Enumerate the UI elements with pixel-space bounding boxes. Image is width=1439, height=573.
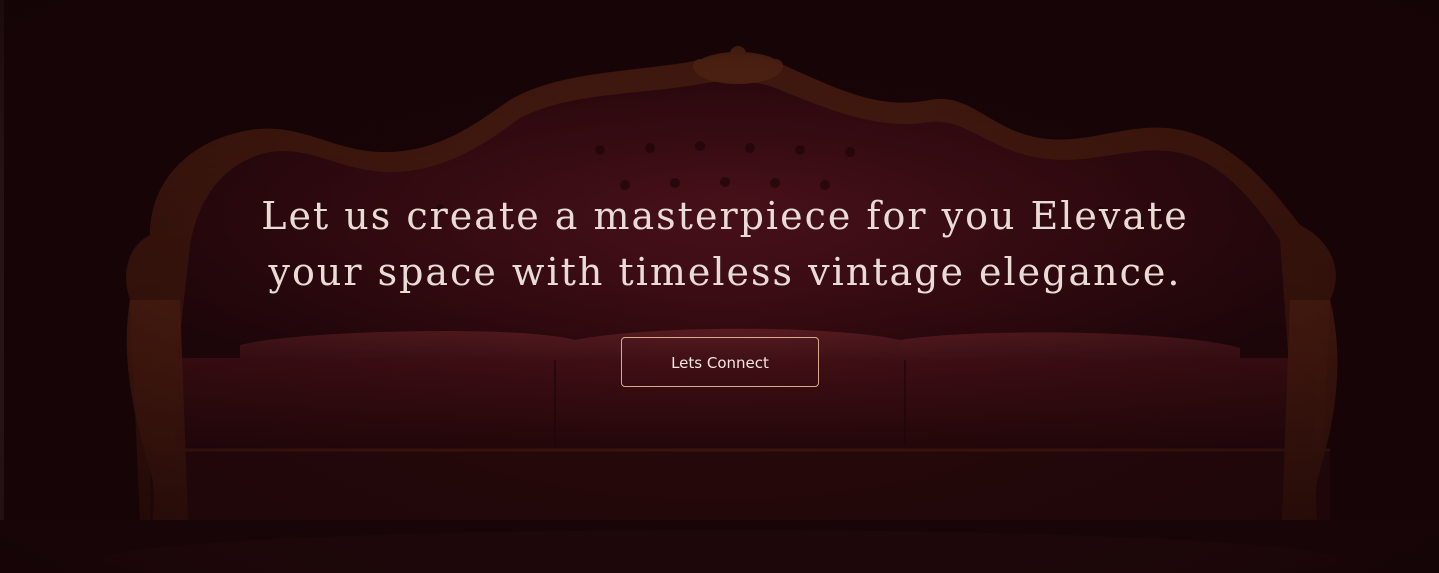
hero-headline: Let us create a masterpiece for you Elev… bbox=[261, 194, 1189, 294]
hero-section: Let us create a masterpiece for you Elev… bbox=[0, 0, 1439, 573]
lets-connect-button[interactable]: Lets Connect bbox=[621, 337, 819, 387]
